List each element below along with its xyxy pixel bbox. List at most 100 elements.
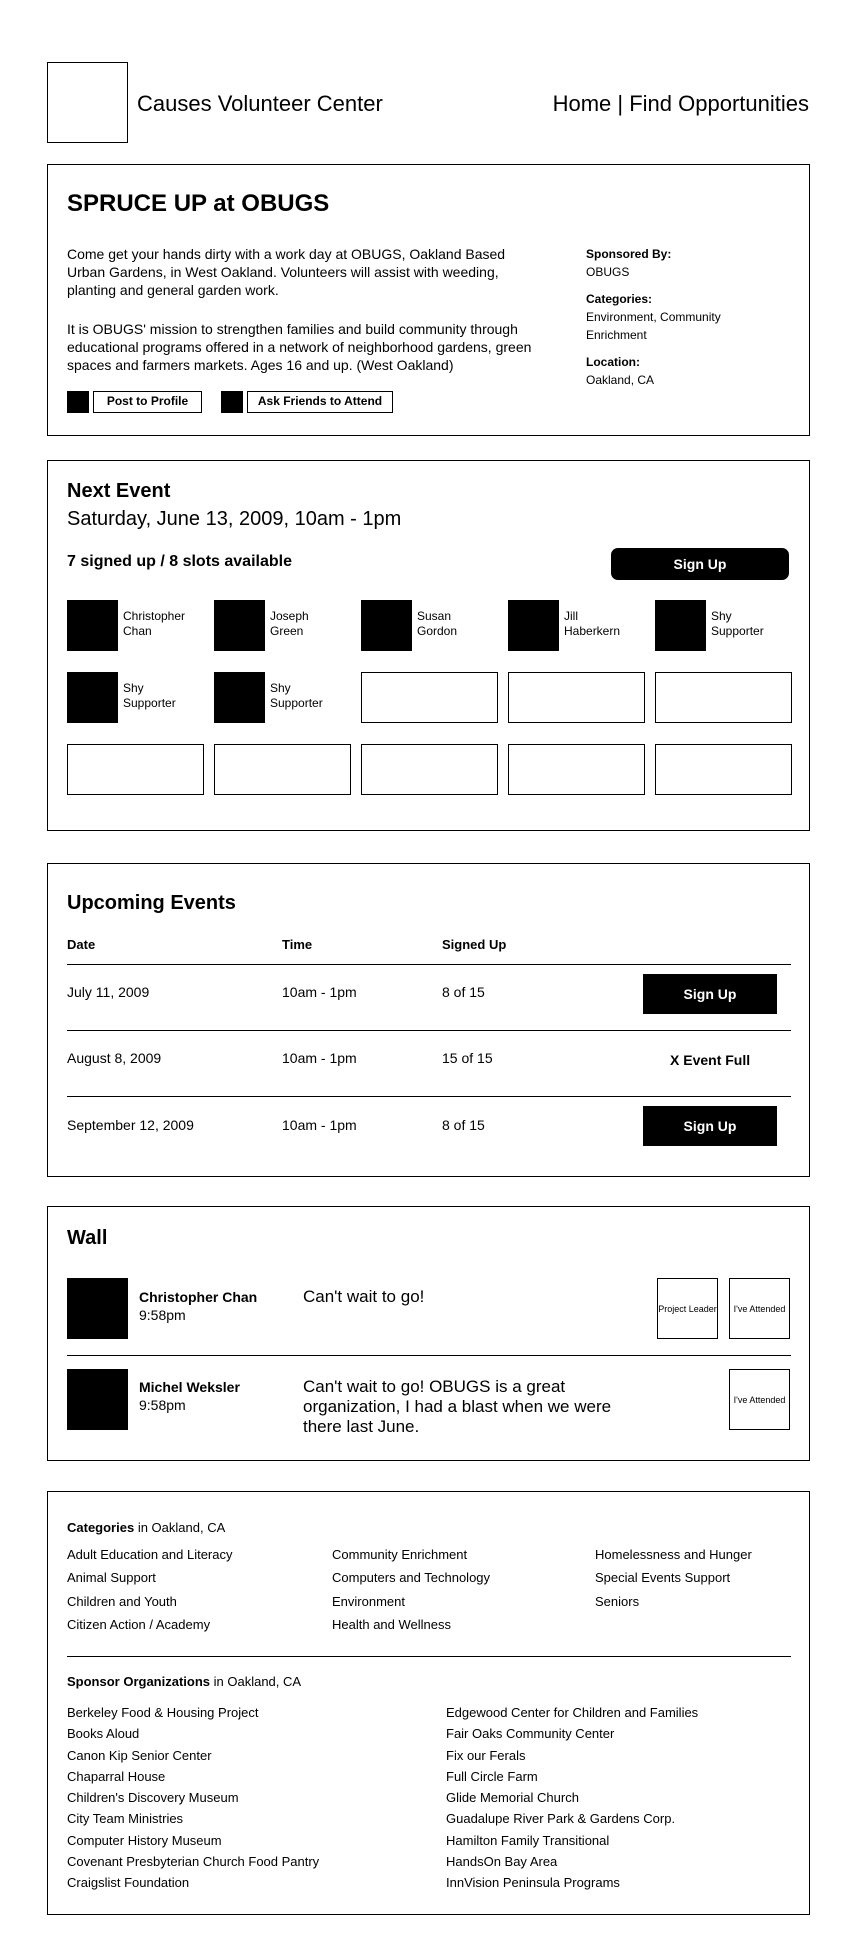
sponsor-link[interactable]: HandsOn Bay Area (446, 1851, 698, 1872)
volunteer-name: Supporter (123, 696, 176, 710)
event-description: Come get your hands dirty with a work da… (67, 246, 506, 298)
avatar (67, 672, 118, 723)
category-link[interactable]: Seniors (595, 1590, 752, 1613)
sponsor-link[interactable]: Covenant Presbyterian Church Food Pantry (67, 1851, 319, 1872)
category-list: Adult Education and Literacy Animal Supp… (67, 1543, 233, 1636)
divider (67, 1656, 791, 1658)
post-icon[interactable] (67, 391, 89, 413)
sponsor-link[interactable]: Children's Discovery Museum (67, 1787, 319, 1808)
wall-panel: Wall Christopher Chan 9:58pm Can't wait … (47, 1206, 810, 1461)
empty-slot[interactable] (214, 744, 351, 795)
post-author[interactable]: Michel Weksler (139, 1379, 240, 1395)
sponsor-link[interactable]: Hamilton Family Transitional (446, 1830, 698, 1851)
post-author[interactable]: Christopher Chan (139, 1289, 257, 1305)
category-link[interactable]: Adult Education and Literacy (67, 1543, 233, 1566)
sponsor-link[interactable]: Computer History Museum (67, 1830, 319, 1851)
empty-slot[interactable] (655, 744, 792, 795)
sponsors-heading-label: Sponsor Organizations (67, 1674, 211, 1689)
category-list: Homelessness and Hunger Special Events S… (595, 1543, 752, 1613)
event-signed: 8 of 15 (442, 1117, 485, 1133)
volunteer-slot[interactable]: Joseph Green (214, 600, 351, 651)
divider (67, 964, 791, 966)
post-time: 9:58pm (139, 1397, 186, 1413)
sponsor-link[interactable]: Guadalupe River Park & Gardens Corp. (446, 1808, 698, 1829)
category-link[interactable]: Community Enrichment (332, 1543, 490, 1566)
volunteer-slot[interactable]: Shy Supporter (655, 600, 792, 651)
category-link[interactable]: Computers and Technology (332, 1566, 490, 1589)
volunteer-name: Gordon (417, 624, 458, 638)
category-link[interactable]: Special Events Support (595, 1566, 752, 1589)
avatar (508, 600, 559, 651)
sponsor-list: Berkeley Food & Housing Project Books Al… (67, 1702, 319, 1894)
sponsored-by-label: Sponsored By: (586, 247, 672, 261)
badge-label: I've Attended (733, 1394, 786, 1405)
sponsor-link[interactable]: City Team Ministries (67, 1808, 319, 1829)
volunteer-name: Jill (564, 609, 578, 623)
sponsor-link[interactable]: Fix our Ferals (446, 1745, 698, 1766)
event-full-status: X Event Full (670, 1052, 751, 1068)
ask-friends-icon[interactable] (221, 391, 243, 413)
nav-find-opportunities-link[interactable]: Find Opportunities (629, 91, 809, 116)
sign-up-button[interactable]: Sign Up (611, 548, 789, 580)
sponsor-link[interactable]: Berkeley Food & Housing Project (67, 1702, 319, 1723)
nav-home-link[interactable]: Home (553, 91, 612, 116)
sponsor-link[interactable]: Canon Kip Senior Center (67, 1745, 319, 1766)
volunteer-name: Susan (417, 609, 452, 623)
category-list: Community Enrichment Computers and Techn… (332, 1543, 490, 1636)
upcoming-events-title: Upcoming Events (67, 892, 236, 914)
volunteer-slot[interactable]: Shy Supporter (214, 672, 351, 723)
category-link[interactable]: Environment (332, 1590, 490, 1613)
sponsor-link[interactable]: InnVision Peninsula Programs (446, 1872, 698, 1893)
event-details-panel: SPRUCE UP at OBUGS Come get your hands d… (47, 164, 810, 436)
empty-slot[interactable] (361, 672, 498, 723)
sponsor-link[interactable]: Craigslist Foundation (67, 1872, 319, 1893)
ask-friends-button[interactable]: Ask Friends to Attend (247, 391, 393, 413)
empty-slot[interactable] (508, 672, 645, 723)
slots-count: 7 signed up / 8 slots available (67, 553, 292, 570)
avatar[interactable] (67, 1278, 128, 1339)
empty-slot[interactable] (655, 672, 792, 723)
post-to-profile-button[interactable]: Post to Profile (93, 391, 202, 413)
sign-up-button[interactable]: Sign Up (643, 1106, 777, 1146)
main-nav: Home | Find Opportunities (553, 91, 809, 117)
post-message: Can't wait to go! (303, 1287, 425, 1306)
empty-slot[interactable] (67, 744, 204, 795)
sign-up-button[interactable]: Sign Up (643, 974, 777, 1014)
category-link[interactable]: Homelessness and Hunger (595, 1543, 752, 1566)
category-link[interactable]: Health and Wellness (332, 1613, 490, 1636)
next-event-title: Next Event (67, 480, 171, 502)
divider (67, 1355, 791, 1357)
volunteer-name: Shy (123, 681, 144, 695)
attended-badge: I've Attended (729, 1369, 790, 1430)
sponsor-link[interactable]: Chaparral House (67, 1766, 319, 1787)
volunteer-slot[interactable]: Jill Haberkern (508, 600, 645, 651)
site-logo[interactable] (47, 62, 128, 143)
upcoming-events-panel: Upcoming Events Date Time Signed Up July… (47, 863, 810, 1177)
sponsor-link[interactable]: Edgewood Center for Children and Familie… (446, 1702, 698, 1723)
avatar (655, 600, 706, 651)
project-leader-badge: Project Leader (657, 1278, 718, 1339)
event-date: September 12, 2009 (67, 1117, 194, 1133)
empty-slot[interactable] (508, 744, 645, 795)
sponsors-heading: Sponsor Organizations in Oakland, CA (67, 1674, 301, 1689)
volunteer-slot[interactable]: Shy Supporter (67, 672, 204, 723)
volunteer-slot[interactable]: Susan Gordon (361, 600, 498, 651)
category-link[interactable]: Citizen Action / Academy (67, 1613, 233, 1636)
wall-title: Wall (67, 1227, 108, 1249)
sponsor-link[interactable]: Fair Oaks Community Center (446, 1723, 698, 1744)
volunteer-name: Shy (270, 681, 291, 695)
avatar (67, 600, 118, 651)
empty-slot[interactable] (361, 744, 498, 795)
categories-heading-label: Categories (67, 1520, 135, 1535)
volunteer-slot[interactable]: Christopher Chan (67, 600, 204, 651)
categories-value[interactable]: Environment, Community Enrichment (586, 308, 736, 344)
sponsor-link[interactable]: Books Aloud (67, 1723, 319, 1744)
volunteer-name: Green (270, 624, 304, 638)
category-link[interactable]: Animal Support (67, 1566, 233, 1589)
avatar[interactable] (67, 1369, 128, 1430)
post-time: 9:58pm (139, 1307, 186, 1323)
sponsor-link[interactable]: Full Circle Farm (446, 1766, 698, 1787)
category-link[interactable]: Children and Youth (67, 1590, 233, 1613)
sponsor-link[interactable]: OBUGS (586, 263, 629, 281)
sponsor-link[interactable]: Glide Memorial Church (446, 1787, 698, 1808)
